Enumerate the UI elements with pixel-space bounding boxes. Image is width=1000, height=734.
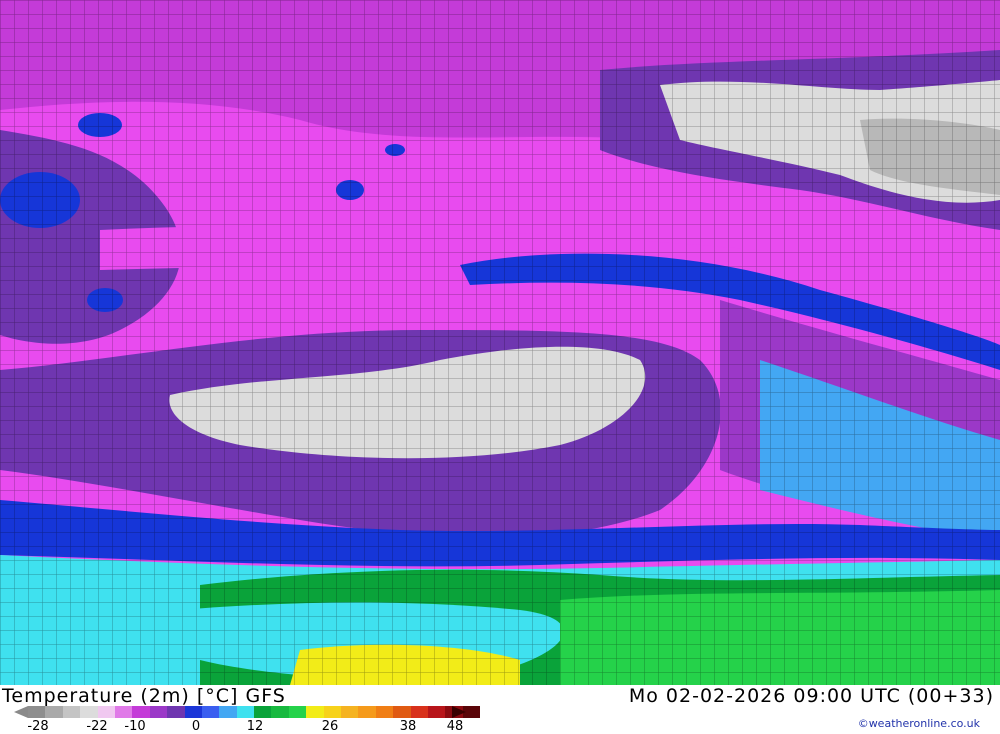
- scale-swatch: [28, 706, 46, 718]
- scale-swatch: [393, 706, 411, 718]
- scale-swatch: [114, 706, 133, 718]
- scale-swatch: [254, 706, 272, 718]
- scale-tick-label: 48: [446, 719, 464, 734]
- scale-swatch: [427, 706, 446, 718]
- scale-tick-label: 38: [399, 719, 417, 734]
- scale-swatch: [201, 706, 220, 718]
- grid-overlay: [0, 0, 1000, 685]
- temperature-map: [0, 0, 1000, 685]
- map-title: Temperature (2m) [°C] GFS: [2, 685, 286, 707]
- scale-tick-label: 12: [246, 719, 264, 734]
- scale-swatch: [45, 706, 63, 718]
- scale-swatch: [219, 706, 237, 718]
- map-datetime: Mo 02-02-2026 09:00 UTC (00+33): [628, 685, 994, 707]
- scale-tick-label: 26: [321, 719, 339, 734]
- scale-swatch: [62, 706, 81, 718]
- scale-swatch: [306, 706, 324, 718]
- scale-swatch: [288, 706, 307, 718]
- scale-tick-label: -28: [27, 719, 49, 734]
- scale-swatch: [410, 706, 428, 718]
- scale-swatch: [358, 706, 376, 718]
- map-canvas: [0, 0, 1000, 685]
- scale-swatch: [132, 706, 150, 718]
- scale-swatch: [149, 706, 168, 718]
- scale-swatch: [80, 706, 98, 718]
- scale-swatch: [236, 706, 255, 718]
- color-scale: [28, 706, 481, 718]
- scale-swatch: [271, 706, 289, 718]
- scale-swatch: [341, 706, 359, 718]
- scale-arrow-left-icon: [14, 706, 28, 718]
- credit-link[interactable]: ©weatheronline.co.uk: [858, 717, 980, 730]
- footer-bar: Temperature (2m) [°C] GFS Mo 02-02-2026 …: [0, 685, 1000, 734]
- scale-arrow-right-icon: [452, 706, 466, 718]
- scale-swatch: [97, 706, 115, 718]
- scale-tick-label: -22: [86, 719, 108, 734]
- scale-swatch: [375, 706, 394, 718]
- scale-tick-label: 0: [191, 719, 201, 734]
- scale-swatch: [323, 706, 342, 718]
- scale-tick-label: -10: [124, 719, 146, 734]
- scale-swatch: [184, 706, 202, 718]
- scale-swatch: [167, 706, 185, 718]
